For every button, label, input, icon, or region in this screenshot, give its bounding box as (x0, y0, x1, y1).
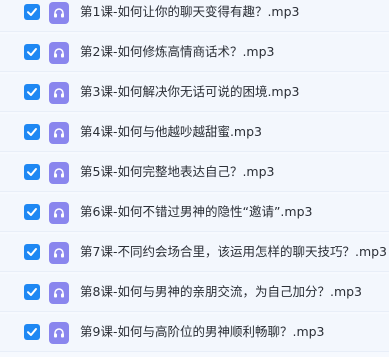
file-row[interactable]: 第6课-如何不错过男神的隐性“邀请”.mp3 (0, 194, 389, 232)
checkbox-checked-icon[interactable] (24, 84, 40, 100)
file-row[interactable]: 第9课-如何与高阶位的男神顺利畅聊？.mp3 (0, 314, 389, 352)
file-name[interactable]: 第5课-如何完整地表达自己？.mp3 (80, 164, 275, 180)
file-row[interactable]: 第5课-如何完整地表达自己？.mp3 (0, 154, 389, 192)
audio-headphones-icon (49, 282, 69, 304)
file-row[interactable]: 第3课-如何解决你无话可说的困境.mp3 (0, 74, 389, 112)
audio-headphones-icon (49, 82, 69, 104)
audio-headphones-icon (49, 242, 69, 264)
checkbox-checked-icon[interactable] (24, 44, 40, 60)
checkbox-checked-icon[interactable] (24, 204, 40, 220)
file-row[interactable]: 第4课-如何与他越吵越甜蜜.mp3 (0, 114, 389, 152)
audio-headphones-icon (49, 42, 69, 64)
file-name[interactable]: 第7课-不同约会场合里，该运用怎样的聊天技巧？.mp3 (80, 244, 387, 260)
file-name[interactable]: 第1课-如何让你的聊天变得有趣？.mp3 (80, 4, 300, 20)
file-list: 第1课-如何让你的聊天变得有趣？.mp3 第2课-如何修炼高情商话术？.mp3 … (0, 0, 389, 357)
file-name[interactable]: 第6课-如何不错过男神的隐性“邀请”.mp3 (80, 204, 312, 220)
file-name[interactable]: 第3课-如何解决你无话可说的困境.mp3 (80, 84, 300, 100)
file-row[interactable]: 第1课-如何让你的聊天变得有趣？.mp3 (0, 0, 389, 32)
file-name[interactable]: 第8课-如何与男神的亲朋交流，为自己加分？.mp3 (80, 284, 362, 300)
file-row[interactable]: 第2课-如何修炼高情商话术？.mp3 (0, 34, 389, 72)
file-row[interactable]: 第7课-不同约会场合里，该运用怎样的聊天技巧？.mp3 (0, 234, 389, 272)
checkbox-checked-icon[interactable] (24, 284, 40, 300)
checkbox-checked-icon[interactable] (24, 124, 40, 140)
audio-headphones-icon (49, 162, 69, 184)
file-name[interactable]: 第4课-如何与他越吵越甜蜜.mp3 (80, 124, 262, 140)
file-name[interactable]: 第2课-如何修炼高情商话术？.mp3 (80, 44, 275, 60)
checkbox-checked-icon[interactable] (24, 244, 40, 260)
audio-headphones-icon (49, 122, 69, 144)
audio-headphones-icon (49, 322, 69, 344)
checkbox-checked-icon[interactable] (24, 164, 40, 180)
file-name[interactable]: 第9课-如何与高阶位的男神顺利畅聊？.mp3 (80, 324, 325, 340)
checkbox-checked-icon[interactable] (24, 324, 40, 340)
checkbox-checked-icon[interactable] (24, 4, 40, 20)
file-row[interactable]: 第8课-如何与男神的亲朋交流，为自己加分？.mp3 (0, 274, 389, 312)
audio-headphones-icon (49, 2, 69, 24)
audio-headphones-icon (49, 202, 69, 224)
